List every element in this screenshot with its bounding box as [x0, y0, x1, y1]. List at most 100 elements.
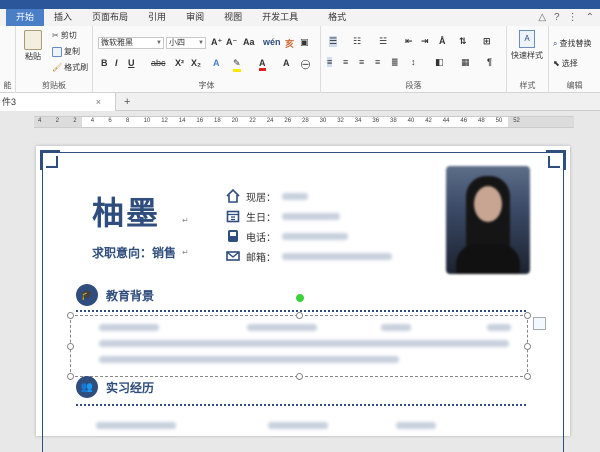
layout-options-icon[interactable]	[533, 317, 546, 330]
char-shading-icon[interactable]: A	[283, 58, 290, 68]
resize-handle[interactable]	[524, 373, 531, 380]
blurred-value	[282, 232, 348, 240]
blurred-value	[282, 192, 308, 200]
mail-icon	[226, 249, 240, 263]
enclose-char-icon[interactable]: ㊀	[301, 58, 310, 71]
distribute-icon[interactable]: ≣	[391, 57, 399, 68]
tab-developer[interactable]: 开发工具	[252, 9, 308, 26]
copy-button[interactable]: 复制	[52, 46, 80, 57]
tab-page-layout[interactable]: 页面布局	[82, 9, 138, 26]
resize-handle[interactable]	[67, 373, 74, 380]
menu-right-controls: △ ? ⋮ ⌃	[538, 9, 594, 26]
tab-insert[interactable]: 插入	[44, 9, 82, 26]
font-family-select[interactable]: 微软雅黑 ▼	[98, 37, 164, 49]
more-icon[interactable]: ⋮	[568, 12, 578, 23]
resize-handle[interactable]	[524, 343, 531, 350]
ruler-tick-label: 34	[354, 118, 362, 124]
bullets-icon[interactable]: ☰	[329, 36, 338, 47]
underline-icon[interactable]: U	[128, 58, 135, 68]
paste-button[interactable]: 粘贴	[24, 30, 42, 62]
text-effect-icon[interactable]: A	[213, 58, 220, 68]
rotate-handle[interactable]	[296, 294, 304, 302]
partial-group-label: 能	[3, 81, 12, 90]
chevron-up-icon[interactable]: ⌃	[586, 12, 594, 23]
shading-icon[interactable]: ◧	[435, 57, 444, 68]
photo-body	[456, 244, 520, 274]
education-textbox[interactable]	[67, 312, 531, 380]
tab-view[interactable]: 视图	[214, 9, 252, 26]
document-tab[interactable]: 件3 ×	[0, 93, 116, 111]
tab-references[interactable]: 引用	[138, 9, 176, 26]
resize-handle[interactable]	[296, 312, 303, 319]
subscript-icon[interactable]: X₂	[191, 58, 201, 68]
strikethrough-icon[interactable]: abc	[151, 58, 166, 68]
blurred-value	[282, 252, 392, 260]
phonetic-guide-icon[interactable]: wén	[263, 37, 281, 47]
increase-indent-icon[interactable]: ⇥	[421, 36, 429, 47]
grow-font-icon[interactable]: A⁺	[211, 37, 222, 48]
resize-handle[interactable]	[67, 312, 74, 319]
find-replace-button[interactable]: ⌕ 查找替换	[553, 38, 591, 49]
close-icon[interactable]: ×	[96, 93, 101, 111]
cut-label: 剪切	[60, 31, 77, 40]
document-tab-title: 件3	[2, 97, 17, 107]
cut-button[interactable]: ✂ 剪切	[52, 30, 77, 41]
clear-format-icon[interactable]: 亥	[285, 37, 294, 50]
cursor-icon: ⬉	[553, 59, 560, 68]
blurred-date	[99, 324, 159, 331]
tab-format[interactable]: 格式	[318, 9, 356, 26]
styles-group-label: 样式	[519, 81, 536, 90]
align-right-icon[interactable]: ≡	[359, 57, 364, 67]
resize-handle[interactable]	[296, 373, 303, 380]
align-left-icon[interactable]: ≡	[327, 57, 333, 67]
ruler-tick-label: 2	[73, 118, 77, 124]
italic-icon[interactable]: I	[115, 58, 118, 68]
sort-az-icon[interactable]: ⇅	[459, 36, 467, 47]
pilcrow-icon[interactable]: ¶	[487, 57, 492, 67]
change-case-icon[interactable]: Aa	[243, 37, 255, 47]
tab-review[interactable]: 审阅	[176, 9, 214, 26]
resize-handle[interactable]	[524, 312, 531, 319]
select-button[interactable]: ⬉ 选择	[553, 58, 578, 69]
align-center-icon[interactable]: ≡	[343, 57, 348, 67]
format-painter-button[interactable]: 🖌 格式刷	[52, 62, 88, 73]
bold-icon[interactable]: B	[101, 58, 108, 68]
info-row-birthday: 生日：	[226, 208, 340, 224]
frame-corner-decoration	[46, 156, 58, 168]
add-tab-icon[interactable]: +	[124, 93, 130, 111]
borders-icon[interactable]: ▦	[461, 57, 470, 68]
blurred-value	[282, 212, 340, 220]
horizontal-ruler[interactable]: 4 2 2 4 6 8 10 12 14 16 18 20 22 24 26 28 30 32 34 36 38 40 42…	[34, 116, 574, 128]
font-color-icon[interactable]: A	[259, 58, 266, 71]
numbering-icon[interactable]: ☷	[353, 36, 361, 47]
blurred-date	[96, 422, 176, 429]
info-label: 电话：	[246, 232, 276, 244]
show-marks-icon[interactable]: ⊞	[483, 36, 491, 47]
shrink-font-icon[interactable]: A⁻	[226, 37, 237, 48]
superscript-icon[interactable]: X²	[175, 58, 184, 68]
ruler-tick-label: 22	[249, 118, 256, 124]
char-border-icon[interactable]: ▣	[300, 37, 309, 48]
resize-handle[interactable]	[67, 343, 74, 350]
justify-icon[interactable]: ≡	[375, 57, 380, 67]
decrease-indent-icon[interactable]: ⇤	[405, 36, 413, 47]
clipboard-group-label: 剪贴板	[42, 81, 66, 90]
font-size-select[interactable]: 小四 ▼	[166, 37, 206, 49]
blurred-school	[247, 324, 317, 331]
document-page[interactable]: 柚墨 ↵ 求职意向：销售 ↵ 现居： 生日： 电话： 邮箱： 🎓 教育背景 👥 …	[36, 146, 570, 452]
tab-home[interactable]: 开始	[6, 9, 45, 26]
ruler-tick-label: 12	[161, 118, 168, 124]
search-icon: ⌕	[553, 38, 558, 48]
collapse-ribbon-icon[interactable]: △	[538, 12, 546, 23]
section-title: 实习经历	[106, 380, 155, 395]
line-spacing-icon[interactable]: ↕	[411, 57, 416, 67]
ruler-tick-label: 52	[513, 118, 520, 124]
help-icon[interactable]: ?	[554, 12, 560, 23]
quick-styles-button[interactable]: A 快速样式	[511, 30, 543, 61]
ruler-tick-label: 40	[407, 118, 415, 124]
multilevel-list-icon[interactable]: ☱	[379, 36, 387, 47]
info-row-email: 邮箱：	[226, 248, 392, 264]
ruler-tick-label: 50	[495, 118, 503, 124]
highlight-icon[interactable]: ✎	[233, 58, 241, 72]
sort-icon[interactable]: Å	[439, 36, 446, 46]
